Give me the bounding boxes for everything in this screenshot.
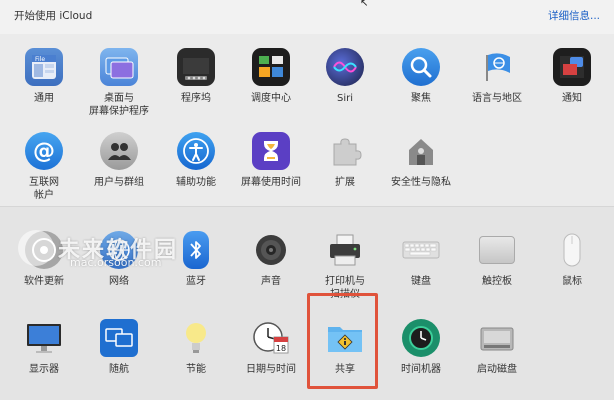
pref-energy-saver[interactable]: 节能 (157, 319, 235, 376)
startup-disk-icon (478, 319, 516, 357)
pref-printers-label: 打印机与 扫描仪 (325, 276, 365, 300)
extensions-icon (326, 132, 364, 170)
pref-sound-label: 声音 (261, 276, 281, 287)
pref-date-time[interactable]: 18 日期与时间 (232, 319, 310, 376)
siri-icon (326, 48, 364, 86)
pref-security-label: 安全性与隐私 (391, 177, 451, 188)
pref-software-update-label: 软件更新 (24, 276, 64, 287)
pref-extensions[interactable]: 扩展 (306, 132, 384, 189)
pref-trackpad[interactable]: 触控板 (458, 231, 536, 288)
pref-bluetooth[interactable]: 蓝牙 (157, 231, 235, 288)
screen-time-icon (252, 132, 290, 170)
time-machine-icon (402, 319, 440, 357)
pref-accessibility-label: 辅助功能 (176, 177, 216, 188)
pref-dock-label: 程序坞 (181, 93, 211, 104)
pref-mouse-label: 鼠标 (562, 276, 582, 287)
pref-screen-time[interactable]: 屏幕使用时间 (232, 132, 310, 189)
pref-mission-control[interactable]: 调度中心 (232, 48, 310, 105)
printers-scanners-icon (326, 231, 364, 269)
pref-desktop-screensaver[interactable]: 桌面与 屏幕保护程序 (80, 48, 158, 118)
pref-desktop-label: 桌面与 屏幕保护程序 (89, 93, 149, 117)
pref-sharing[interactable]: 共享 (306, 319, 384, 376)
keyboard-icon (402, 231, 440, 269)
pref-network-label: 网络 (109, 276, 129, 287)
pref-spotlight[interactable]: 聚焦 (382, 48, 460, 105)
sharing-icon (326, 319, 364, 357)
hardware-prefs-section: 软件更新 网络 蓝牙 声音 打印机与 扫描仪 键盘 触控板 鼠标 显示器 随航 … (0, 206, 614, 400)
pref-users-label: 用户与群组 (94, 177, 144, 188)
pref-bluetooth-label: 蓝牙 (186, 276, 206, 287)
pref-extensions-label: 扩展 (335, 177, 355, 188)
pref-siri[interactable]: Siri (306, 48, 384, 105)
pref-notifications[interactable]: 通知 (533, 48, 611, 105)
pref-sidecar-label: 随航 (109, 364, 129, 375)
network-icon (100, 231, 138, 269)
internet-accounts-icon: @ (25, 132, 63, 170)
date-time-icon: 18 (252, 319, 290, 357)
mouse-cursor-icon: ↖ (360, 0, 369, 9)
pref-displays[interactable]: 显示器 (5, 319, 83, 376)
pref-users-groups[interactable]: 用户与群组 (80, 132, 158, 189)
pref-accessibility[interactable]: 辅助功能 (157, 132, 235, 189)
pref-time-machine[interactable]: 时间机器 (382, 319, 460, 376)
pref-energy-label: 节能 (186, 364, 206, 375)
pref-screen-time-label: 屏幕使用时间 (241, 177, 301, 188)
bluetooth-icon (183, 231, 209, 269)
pref-printers-scanners[interactable]: 打印机与 扫描仪 (306, 231, 384, 301)
pref-notifications-label: 通知 (562, 93, 582, 104)
language-region-icon (478, 48, 516, 86)
pref-internet-accounts[interactable]: @ 互联网 帐户 (5, 132, 83, 202)
icloud-banner: 开始使用 iCloud ↖ 详细信息... (0, 0, 614, 34)
icloud-prompt-text: 开始使用 iCloud (14, 10, 93, 22)
trackpad-icon (479, 236, 515, 264)
pref-displays-label: 显示器 (29, 364, 59, 375)
general-icon: File (25, 48, 63, 86)
svg-text:File: File (35, 56, 45, 63)
pref-mouse[interactable]: 鼠标 (533, 231, 611, 288)
users-groups-icon (100, 132, 138, 170)
energy-saver-icon (177, 319, 215, 357)
mission-control-icon (252, 48, 290, 86)
details-link[interactable]: 详细信息... (548, 8, 600, 23)
displays-icon (25, 319, 63, 357)
pref-general[interactable]: File 通用 (5, 48, 83, 105)
personal-prefs-section: File 通用 桌面与 屏幕保护程序 程序坞 调度中心 Siri 聚焦 语言与地… (0, 34, 614, 206)
pref-general-label: 通用 (34, 93, 54, 104)
pref-language-label: 语言与地区 (472, 93, 522, 104)
security-privacy-icon (402, 132, 440, 170)
pref-sharing-label: 共享 (335, 364, 355, 375)
pref-sound[interactable]: 声音 (232, 231, 310, 288)
sound-icon (252, 231, 290, 269)
dock-icon (177, 48, 215, 86)
pref-sidecar[interactable]: 随航 (80, 319, 158, 376)
pref-network[interactable]: 网络 (80, 231, 158, 288)
pref-date-time-label: 日期与时间 (246, 364, 296, 375)
pref-time-machine-label: 时间机器 (401, 364, 441, 375)
pref-spotlight-label: 聚焦 (411, 93, 431, 104)
pref-security-privacy[interactable]: 安全性与隐私 (382, 132, 460, 189)
pref-software-update[interactable]: 软件更新 (5, 231, 83, 288)
pref-siri-label: Siri (336, 93, 353, 104)
notifications-icon (553, 48, 591, 86)
pref-mission-control-label: 调度中心 (251, 93, 291, 104)
sidecar-icon (100, 319, 138, 357)
pref-startup-disk[interactable]: 启动磁盘 (458, 319, 536, 376)
spotlight-icon (402, 48, 440, 86)
pref-startup-disk-label: 启动磁盘 (477, 364, 517, 375)
pref-internet-accounts-label: 互联网 帐户 (29, 177, 59, 201)
software-update-icon (25, 231, 63, 269)
pref-dock[interactable]: 程序坞 (157, 48, 235, 105)
calendar-day-text: 18 (276, 344, 286, 353)
pref-keyboard-label: 键盘 (411, 276, 431, 287)
accessibility-icon (177, 132, 215, 170)
pref-trackpad-label: 触控板 (482, 276, 512, 287)
mouse-icon (553, 231, 591, 269)
desktop-screensaver-icon (100, 48, 138, 86)
pref-language-region[interactable]: 语言与地区 (458, 48, 536, 105)
pref-keyboard[interactable]: 键盘 (382, 231, 460, 288)
